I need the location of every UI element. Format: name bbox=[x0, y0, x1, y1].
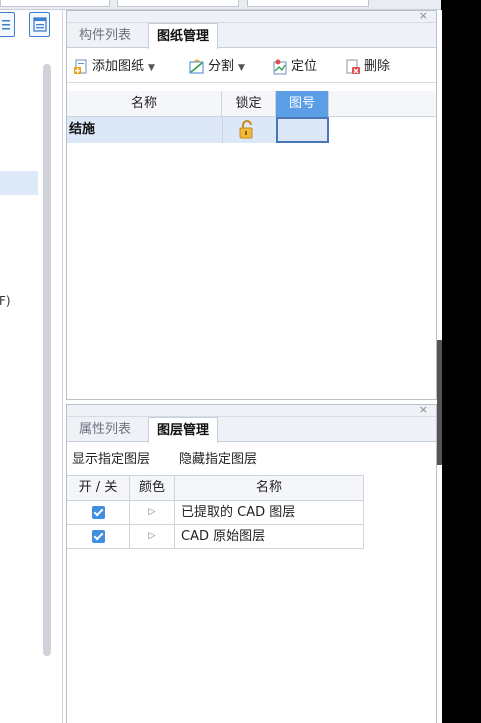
tab-layer-management[interactable]: 图层管理 bbox=[148, 417, 219, 443]
layer-grid-header: 开 / 关 颜色 名称 bbox=[67, 475, 364, 501]
column-header-name[interactable]: 名称 bbox=[67, 91, 222, 117]
drawing-management-panel: × 构件列表 图纸管理 添加图纸 ▼ 分割 ▼ 定位 删除 名称 锁定 图号 结… bbox=[66, 9, 437, 400]
close-icon[interactable]: × bbox=[419, 9, 428, 22]
locate-button[interactable]: 定位 bbox=[272, 57, 317, 77]
layer-management-panel: × 属性列表 图层管理 显示指定图层 隐藏指定图层 开 / 关 颜色 名称 ▷ … bbox=[66, 403, 437, 723]
chevron-down-icon[interactable]: ▼ bbox=[238, 58, 245, 78]
tab-drawing-management[interactable]: 图纸管理 bbox=[148, 23, 219, 49]
left-side-panel: F) bbox=[0, 0, 63, 723]
triangle-right-icon: ▷ bbox=[148, 507, 156, 517]
list-view-icon bbox=[2, 20, 10, 30]
left-selected-row[interactable] bbox=[0, 171, 38, 195]
split-label: 分割 bbox=[208, 59, 235, 74]
form-view-icon bbox=[33, 17, 47, 32]
add-drawing-button[interactable]: 添加图纸 ▼ bbox=[73, 57, 155, 77]
table-row[interactable]: 结施 bbox=[67, 117, 436, 143]
hide-layers-button[interactable]: 隐藏指定图层 bbox=[179, 450, 257, 470]
delete-icon bbox=[346, 59, 360, 74]
tab-property-list[interactable]: 属性列表 bbox=[71, 417, 139, 442]
list-view-button[interactable] bbox=[0, 12, 15, 37]
column-header-color[interactable]: 颜色 bbox=[130, 476, 175, 500]
column-header-toggle[interactable]: 开 / 关 bbox=[67, 476, 130, 500]
tab-component-list[interactable]: 构件列表 bbox=[71, 23, 139, 48]
show-layers-button[interactable]: 显示指定图层 bbox=[72, 450, 150, 470]
top-strip-field[interactable] bbox=[247, 0, 369, 7]
left-text-fragment: F) bbox=[0, 294, 11, 308]
left-scrollbar[interactable] bbox=[43, 64, 51, 656]
table-row[interactable]: ▷ CAD 原始图层 bbox=[67, 525, 364, 549]
panel-tabs: 构件列表 图纸管理 bbox=[67, 23, 436, 49]
lock-cell[interactable] bbox=[222, 117, 276, 143]
unlock-icon bbox=[239, 120, 253, 139]
layer-name-cell[interactable]: CAD 原始图层 bbox=[175, 525, 363, 548]
layer-name-cell[interactable]: 已提取的 CAD 图层 bbox=[175, 501, 363, 524]
drawing-toolbar: 添加图纸 ▼ 分割 ▼ 定位 删除 bbox=[67, 49, 436, 83]
column-header-layer-name[interactable]: 名称 bbox=[175, 476, 363, 500]
top-strip bbox=[0, 0, 441, 10]
triangle-right-icon: ▷ bbox=[148, 531, 156, 541]
table-row[interactable]: ▷ 已提取的 CAD 图层 bbox=[67, 501, 364, 525]
add-drawing-icon bbox=[74, 59, 87, 74]
layer-actions-bar: 显示指定图层 隐藏指定图层 bbox=[67, 443, 436, 475]
panel-tabs: 属性列表 图层管理 bbox=[67, 417, 436, 443]
drawing-name-cell[interactable]: 结施 bbox=[67, 117, 222, 143]
column-header-number[interactable]: 图号 bbox=[276, 91, 329, 117]
column-header-lock[interactable]: 锁定 bbox=[222, 91, 276, 117]
drawing-number-cell[interactable] bbox=[276, 117, 329, 143]
panel-header-bar: × bbox=[67, 9, 436, 23]
layer-color-cell[interactable]: ▷ bbox=[130, 501, 175, 524]
layer-color-cell[interactable]: ▷ bbox=[130, 525, 175, 548]
layer-toggle-cell[interactable] bbox=[67, 501, 130, 524]
add-drawing-label: 添加图纸 bbox=[92, 59, 145, 74]
delete-label: 删除 bbox=[364, 59, 391, 74]
drawing-canvas[interactable] bbox=[442, 10, 481, 723]
form-view-button[interactable] bbox=[29, 12, 50, 37]
layer-toggle-cell[interactable] bbox=[67, 525, 130, 548]
checkbox-checked-icon[interactable] bbox=[91, 530, 105, 543]
delete-button[interactable]: 删除 bbox=[345, 57, 390, 77]
top-strip-field[interactable] bbox=[0, 0, 110, 7]
right-canvas-edge bbox=[441, 0, 481, 10]
top-strip-field[interactable] bbox=[117, 0, 239, 7]
chevron-down-icon[interactable]: ▼ bbox=[148, 58, 155, 78]
split-button[interactable]: 分割 ▼ bbox=[189, 57, 245, 77]
locate-label: 定位 bbox=[291, 59, 318, 74]
split-icon bbox=[189, 58, 204, 73]
checkbox-checked-icon[interactable] bbox=[91, 506, 105, 519]
panel-splitter-handle[interactable] bbox=[437, 340, 442, 465]
locate-icon bbox=[273, 59, 287, 74]
close-icon[interactable]: × bbox=[419, 403, 428, 416]
panel-header-bar: × bbox=[67, 403, 436, 417]
drawing-grid-header: 名称 锁定 图号 bbox=[67, 91, 436, 117]
